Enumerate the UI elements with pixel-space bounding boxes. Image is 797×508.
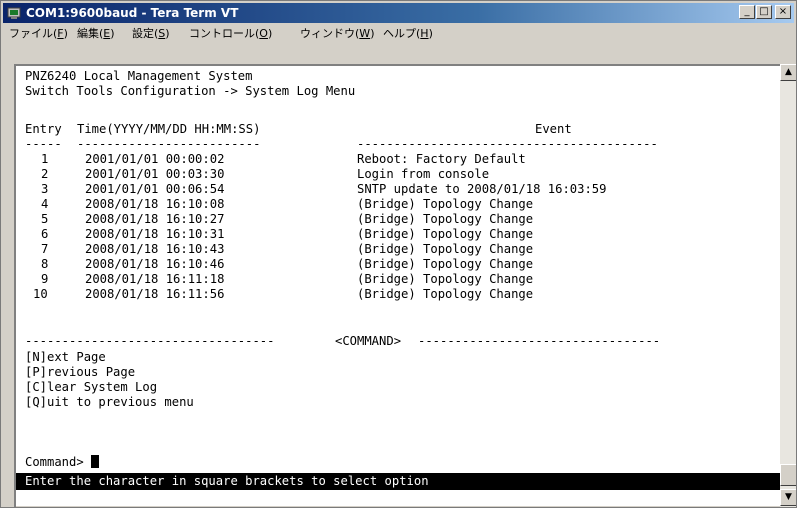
log-row-entry: 3 — [41, 182, 49, 196]
menu-edit-accel: E — [103, 27, 111, 40]
menu-help[interactable]: ヘルプ(H) — [383, 26, 433, 41]
log-row-event: (Bridge) Topology Change — [357, 257, 534, 271]
log-row-entry: 6 — [41, 227, 49, 241]
log-row-event: (Bridge) Topology Change — [357, 227, 534, 241]
column-event-header: Event — [535, 122, 572, 136]
log-row-entry: 5 — [41, 212, 49, 226]
log-row-time: 2008/01/18 16:10:46 — [85, 257, 225, 271]
menu-file-accel: F — [57, 27, 64, 40]
command-prompt: Command> — [25, 455, 84, 469]
menu-bar: ファイル(F) 編集(E) 設定(S) コントロール(O) ウィンドウ(W) ヘ… — [3, 24, 794, 43]
command-option-previous: [P]revious Page — [25, 365, 136, 379]
menu-path: Switch Tools Configuration -> System Log… — [25, 84, 356, 98]
menu-file[interactable]: ファイル(F) — [9, 26, 68, 41]
scroll-down-button[interactable]: ▼ — [780, 489, 796, 506]
title-bar[interactable]: COM1:9600baud - Tera Term VT _ □ × — [3, 3, 794, 23]
menu-window-label: ウィンドウ — [300, 27, 355, 40]
log-row-event: (Bridge) Topology Change — [357, 212, 534, 226]
menu-setup[interactable]: 設定(S) — [132, 26, 170, 41]
log-row-event: (Bridge) Topology Change — [357, 197, 534, 211]
log-row-entry: 8 — [41, 257, 49, 271]
log-row-time: 2001/01/01 00:03:30 — [85, 167, 225, 181]
log-row-event: (Bridge) Topology Change — [357, 272, 534, 286]
log-row-entry: 10 — [33, 287, 48, 301]
scroll-thumb[interactable] — [780, 464, 796, 486]
menu-control-label: コントロール — [189, 27, 255, 40]
log-row-entry: 2 — [41, 167, 49, 181]
status-bar: Enter the character in square brackets t… — [16, 473, 782, 490]
log-row-entry: 9 — [41, 272, 49, 286]
vertical-scrollbar[interactable]: ▲ ▼ — [780, 64, 796, 507]
log-row-time: 2008/01/18 16:10:08 — [85, 197, 225, 211]
menu-edit-label: 編集 — [77, 27, 99, 40]
column-time-header: Time(YYYY/MM/DD HH:MM:SS) — [77, 122, 261, 136]
log-row-time: 2008/01/18 16:11:56 — [85, 287, 225, 301]
menu-window[interactable]: ウィンドウ(W) — [300, 26, 374, 41]
log-row-event: (Bridge) Topology Change — [357, 287, 534, 301]
log-row-event: Reboot: Factory Default — [357, 152, 526, 166]
log-row-entry: 4 — [41, 197, 49, 211]
command-option-next: [N]ext Page — [25, 350, 106, 364]
text-cursor[interactable] — [91, 455, 100, 468]
header-underline-time: ------------------------- — [77, 137, 261, 151]
log-row-event: Login from console — [357, 167, 490, 181]
menu-setup-accel: S — [158, 27, 166, 40]
log-row-time: 2008/01/18 16:10:31 — [85, 227, 225, 241]
command-option-clear: [C]lear System Log — [25, 380, 158, 394]
command-prompt-line: Command> — [25, 455, 100, 470]
window-title: COM1:9600baud - Tera Term VT — [26, 6, 239, 20]
status-message: Enter the character in square brackets t… — [25, 474, 429, 488]
menu-control-accel: O — [259, 27, 268, 40]
log-row-entry: 7 — [41, 242, 49, 256]
command-option-quit: [Q]uit to previous menu — [25, 395, 194, 409]
maximize-button[interactable]: □ — [756, 5, 772, 19]
scroll-up-button[interactable]: ▲ — [780, 64, 796, 81]
menu-edit[interactable]: 編集(E) — [77, 26, 115, 41]
column-entry-header: Entry — [25, 122, 62, 136]
menu-window-accel: W — [359, 27, 371, 40]
command-divider-label: <COMMAND> — [335, 334, 402, 348]
minimize-button[interactable]: _ — [739, 5, 755, 19]
log-row-time: 2008/01/18 16:10:27 — [85, 212, 225, 226]
tera-term-window: COM1:9600baud - Tera Term VT _ □ × ファイル(… — [0, 0, 797, 508]
log-row-event: (Bridge) Topology Change — [357, 242, 534, 256]
log-row-event: SNTP update to 2008/01/18 16:03:59 — [357, 182, 607, 196]
close-button[interactable]: × — [775, 5, 791, 19]
command-divider-right: --------------------------------- — [418, 334, 661, 348]
log-row-time: 2008/01/18 16:10:43 — [85, 242, 225, 256]
command-divider-left: ---------------------------------- — [25, 334, 275, 348]
menu-control[interactable]: コントロール(O) — [189, 26, 272, 41]
menu-help-label: ヘルプ — [383, 27, 416, 40]
header-underline-entry: ----- — [25, 137, 62, 151]
menu-help-accel: H — [420, 27, 429, 40]
system-name: PNZ6240 Local Management System — [25, 69, 253, 83]
log-row-time: 2001/01/01 00:00:02 — [85, 152, 225, 166]
log-row-time: 2008/01/18 16:11:18 — [85, 272, 225, 286]
tera-term-app-icon[interactable] — [7, 6, 21, 20]
menu-setup-label: 設定 — [132, 27, 154, 40]
menu-file-label: ファイル — [9, 27, 53, 40]
log-row-time: 2001/01/01 00:06:54 — [85, 182, 225, 196]
header-underline-event: ----------------------------------------… — [357, 137, 658, 151]
log-row-entry: 1 — [41, 152, 49, 166]
